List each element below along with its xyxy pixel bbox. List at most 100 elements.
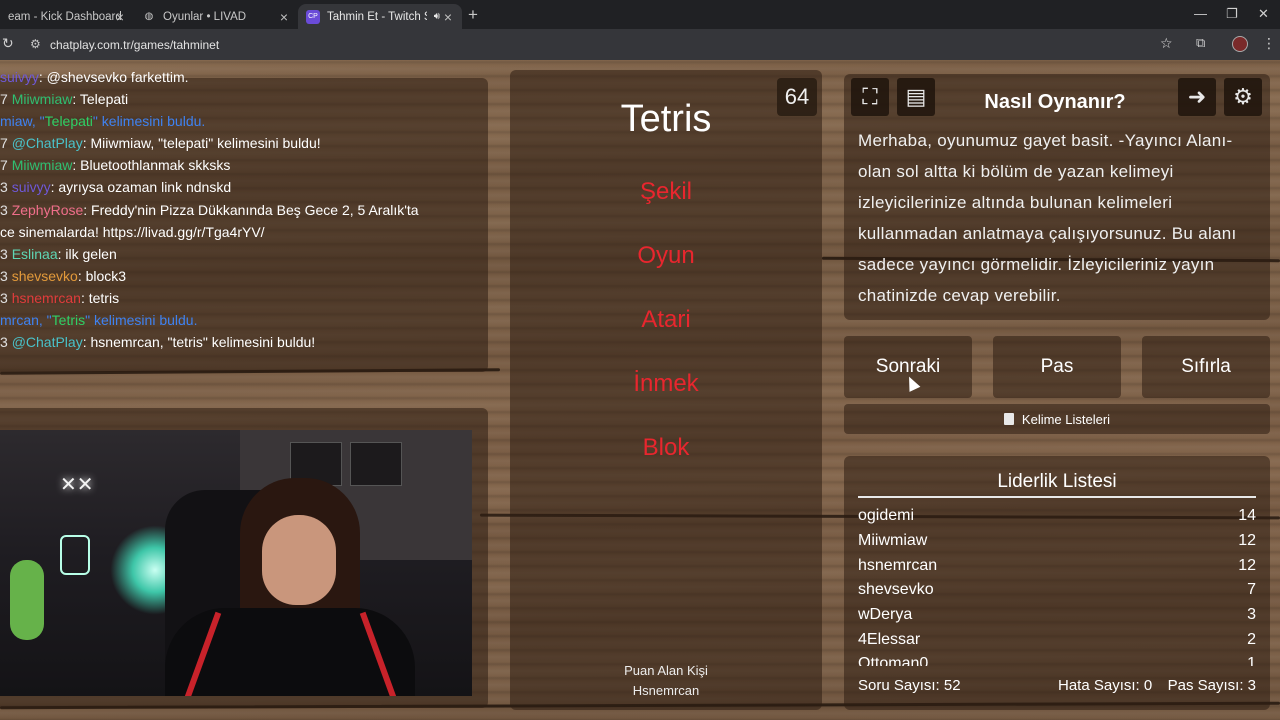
forbidden-word: Blok	[642, 434, 690, 461]
chat-username: Eslinaa	[11, 245, 58, 262]
address-bar: ↻ ⚙ chatplay.com.tr/games/tahminet ☆ ⧉ ⋮	[0, 29, 1280, 60]
profile-avatar[interactable]	[1232, 36, 1248, 52]
notes-icon[interactable]: ▤	[897, 78, 935, 116]
tab-label: Oyunlar • LIVAD	[163, 10, 247, 23]
player-name: wDerya	[858, 606, 913, 624]
chat-message: 3 Eslinaa: ilk gelen	[0, 245, 117, 262]
player-score: 1	[1247, 655, 1256, 666]
tab-kick-dashboard[interactable]: eam - Kick Dashboard ×	[0, 4, 134, 29]
chat-username: @ChatPlay	[11, 135, 83, 152]
streamer-webcam: ✕✕	[0, 430, 472, 696]
chat-message: suivyy: @shevsevko farkettim.	[0, 69, 189, 85]
chat-message: 3 @ChatPlay: hsnemrcan, "tetris" kelimes…	[0, 334, 316, 351]
chat-username: Miiwmiaw	[11, 91, 73, 108]
gear-icon[interactable]: ⚙	[1224, 78, 1262, 116]
leaderboard-row: hsnemrcan 12	[858, 553, 1256, 578]
target-word: Tetris	[620, 98, 712, 140]
menu-kebab-icon[interactable]: ⋮	[1262, 35, 1276, 52]
chat-username: shevsevko	[11, 267, 78, 284]
globe-icon: ◍	[144, 11, 154, 22]
pass-button[interactable]: Pas	[993, 336, 1121, 398]
system-message: mrcan, "Tetris" kelimesini buldu.	[0, 312, 198, 329]
pass-count: Pas Sayısı: 3	[1167, 677, 1256, 694]
leaderboard-row: Miiwmiaw 12	[858, 529, 1256, 554]
close-icon[interactable]: ×	[116, 9, 124, 25]
neon-sign: ✕✕	[60, 474, 94, 496]
chat-message: 7 @ChatPlay: Miiwmiaw, "telepati" kelime…	[0, 135, 321, 152]
chat-username: Miiwmiaw	[11, 157, 73, 174]
chat-messages: suivyy: @shevsevko farkettim. 7 Miiwmiaw…	[0, 66, 494, 353]
neon-cactus-frame	[60, 535, 90, 575]
player-score: 7	[1247, 581, 1256, 599]
leaderboard-row: 4Elessar 2	[858, 627, 1256, 652]
tab-label: Tahmin Et - Twitch Stream G	[327, 10, 427, 23]
leaderboard-title: Liderlik Listesi	[997, 471, 1117, 492]
player-name: Miiwmiaw	[858, 532, 928, 550]
scorer-name: Hsnemrcan	[632, 683, 700, 698]
chat-message: ce sinemalarda! https://livad.gg/r/Tga4r…	[0, 223, 265, 240]
bookmark-star-icon[interactable]: ☆	[1160, 35, 1173, 52]
new-tab-button[interactable]: +	[468, 5, 478, 25]
player-name: shevsevko	[858, 581, 934, 599]
leaderboard-row: shevsevko 7	[858, 578, 1256, 603]
chat-username: suivyy	[11, 179, 51, 196]
how-to-play-text: Merhaba, oyunumuz gayet basit. -Yayıncı …	[858, 131, 1237, 305]
site-info-icon[interactable]: ⚙	[30, 37, 41, 51]
player-name: 4Elessar	[858, 630, 921, 648]
restore-icon[interactable]: ❐	[1226, 6, 1238, 22]
leaderboard-row: wDerya 3	[858, 603, 1256, 628]
reload-icon[interactable]: ↻	[2, 35, 14, 52]
reset-button[interactable]: Sıfırla	[1142, 336, 1270, 398]
exit-icon[interactable]: ➜	[1178, 78, 1216, 116]
player-name: hsnemrcan	[858, 556, 938, 574]
streamer-face	[262, 515, 336, 605]
chat-message: 3 hsnemrcan: tetris	[0, 289, 120, 306]
scorer-label: Puan Alan Kişi	[624, 663, 708, 678]
chat-message: 7 Miiwmiaw: Bluetoothlanmak skksks	[0, 157, 231, 174]
close-icon[interactable]: ×	[444, 9, 452, 25]
notepad-icon	[1003, 413, 1014, 425]
word-lists-button[interactable]: Kelime Listeleri	[844, 404, 1270, 434]
leaderboard-list: ogidemi 14 Miiwmiaw 12 hsnemrcan 12 shevsev…	[858, 504, 1256, 666]
leaderboard-row: ogidemi 14	[858, 504, 1256, 529]
speaker-icon[interactable]: 🔊︎	[434, 11, 440, 22]
chat-message: 3 shevsevko: block3	[0, 267, 127, 284]
chat-message: 3 ZephyRose: Freddy'nin Pizza Dükkanında…	[0, 201, 419, 218]
close-icon[interactable]: ×	[280, 9, 288, 25]
chatplay-icon: CP	[306, 9, 320, 24]
url-field[interactable]: chatplay.com.tr/games/tahminet	[50, 38, 219, 52]
how-to-play-title: Nasıl Oynanır?	[984, 91, 1126, 113]
chat-username: suivyy	[0, 69, 39, 85]
player-name: ogidemi	[858, 507, 915, 525]
player-score: 12	[1238, 532, 1256, 550]
forbidden-word: Atari	[641, 306, 691, 333]
tab-tahmin-et[interactable]: CP Tahmin Et - Twitch Stream G 🔊︎ ×	[298, 4, 462, 29]
system-message: miaw, "Telepati" kelimesini buldu.	[0, 113, 206, 130]
tab-label: eam - Kick Dashboard	[8, 10, 122, 23]
wall-poster	[350, 442, 402, 486]
minimize-icon[interactable]: —	[1194, 6, 1207, 21]
forbidden-word: İnmek	[633, 370, 699, 397]
forbidden-word: Oyun	[637, 242, 695, 269]
close-window-icon[interactable]: ✕	[1258, 6, 1269, 22]
extensions-icon[interactable]: ⧉	[1196, 35, 1205, 51]
player-score: 12	[1238, 556, 1256, 574]
player-name: Ottoman0	[858, 655, 929, 666]
fullscreen-icon[interactable]: ⛶	[851, 78, 889, 116]
tab-livad-games[interactable]: ◍ Oyunlar • LIVAD ×	[134, 4, 298, 29]
chat-message: 3 suivyy: ayrıysa ozaman link ndnskd	[0, 179, 232, 196]
player-score: 14	[1238, 507, 1256, 525]
chat-username: hsnemrcan	[11, 289, 81, 306]
chat-username: ZephyRose	[11, 201, 84, 218]
tab-strip: eam - Kick Dashboard × ◍ Oyunlar • LIVAD…	[0, 0, 1280, 29]
dancing-cactus-toy	[10, 560, 44, 640]
player-score: 3	[1247, 606, 1256, 624]
chat-username: @ChatPlay	[11, 334, 83, 351]
error-count: Hata Sayısı: 0	[1058, 677, 1153, 694]
leaderboard-row: Ottoman0 1	[858, 652, 1256, 666]
player-score: 2	[1247, 630, 1256, 648]
forbidden-word: Şekil	[639, 178, 693, 205]
question-count: Soru Sayısı: 52	[858, 677, 961, 694]
word-lists-label: Kelime Listeleri	[1021, 411, 1111, 427]
chat-message: 7 Miiwmiaw: Telepati	[0, 91, 129, 108]
